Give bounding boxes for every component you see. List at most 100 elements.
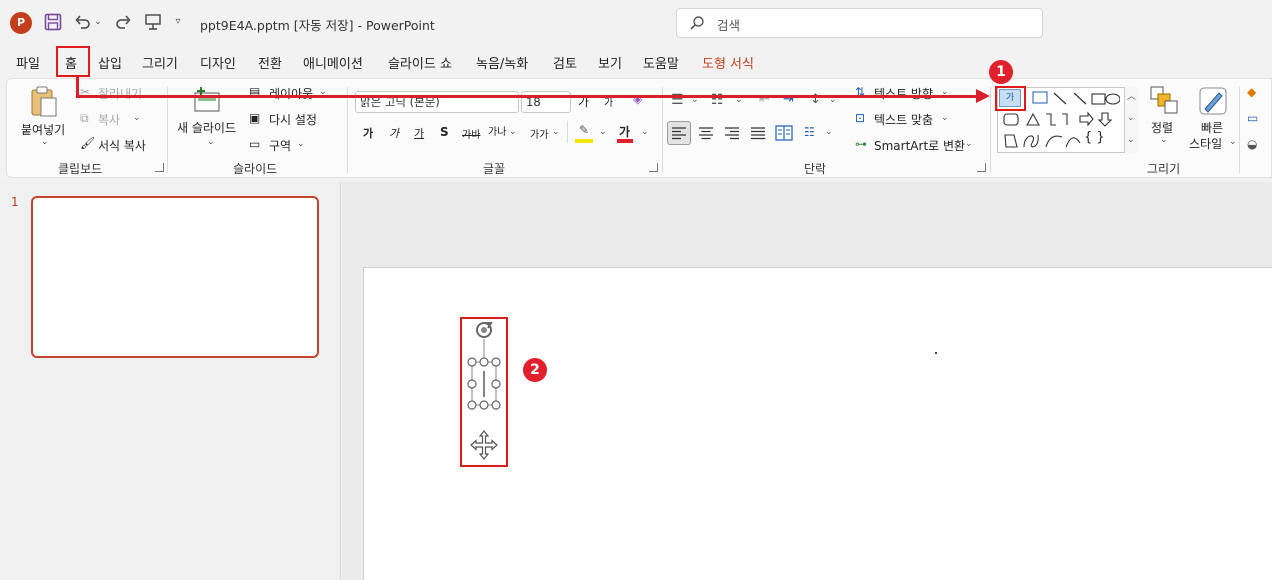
quick-styles-label-line1[interactable]: 빠른 xyxy=(1201,119,1223,136)
tab-review[interactable]: 검토 xyxy=(553,53,577,72)
text-shadow-button[interactable]: S xyxy=(440,125,449,139)
slide-dot-mark xyxy=(935,352,937,354)
format-painter-icon: 🖌 xyxy=(80,136,96,150)
layout-button[interactable]: 레이아웃 xyxy=(269,85,313,102)
align-right-icon[interactable] xyxy=(721,122,743,147)
quick-styles-dropdown-icon[interactable]: ⌄ xyxy=(1229,137,1237,147)
gallery-more-icon[interactable]: ⌄ xyxy=(1127,135,1135,145)
align-center-icon[interactable] xyxy=(695,122,717,147)
annotation-arrow xyxy=(76,77,79,97)
font-color-dropdown-icon[interactable]: ⌄ xyxy=(641,127,649,137)
new-slide-icon[interactable] xyxy=(193,85,223,115)
columns-dropdown-icon[interactable]: ⌄ xyxy=(825,127,833,137)
gallery-scroll-down-icon[interactable]: ⌄ xyxy=(1127,113,1135,123)
divider xyxy=(662,87,663,173)
slide-thumbnail[interactable] xyxy=(31,196,319,358)
customize-toolbar-icon[interactable]: ▿ xyxy=(170,10,186,34)
textbox-shape-highlight xyxy=(995,86,1026,111)
title-bar: P ⌄ ▿ ppt9E4A.pptm [자동 저장] - PowerPoint … xyxy=(0,0,1272,44)
new-slide-button[interactable]: 새 슬라이드 xyxy=(177,119,236,136)
tab-help[interactable]: 도움말 xyxy=(643,53,679,72)
slide-number: 1 xyxy=(11,195,19,209)
tab-view[interactable]: 보기 xyxy=(598,53,622,72)
paste-icon[interactable] xyxy=(29,85,59,119)
clipboard-launcher-icon[interactable] xyxy=(155,163,164,172)
italic-button[interactable]: 가 xyxy=(389,125,399,141)
ribbon: 붙여넣기 ⌄ ✂ 잘라내기 ⧉ 복사 ⌄ 🖌 서식 복사 클립보드 새 슬라이드… xyxy=(6,78,1272,178)
strikethrough-button[interactable]: 가바 xyxy=(462,126,480,141)
section-button[interactable]: 구역 xyxy=(269,137,291,154)
shape-gallery-scrollbar[interactable]: ︿ ⌄ ⌄ xyxy=(1124,87,1138,153)
tab-transitions[interactable]: 전환 xyxy=(258,53,282,72)
tab-draw[interactable]: 그리기 xyxy=(142,53,178,72)
smartart-button[interactable]: SmartArt로 변환 xyxy=(874,137,965,154)
tab-animations[interactable]: 애니메이션 xyxy=(303,53,363,72)
paragraph-launcher-icon[interactable] xyxy=(977,163,986,172)
divider xyxy=(347,87,348,173)
highlight-color-swatch xyxy=(575,139,593,143)
bold-button[interactable]: 가 xyxy=(363,125,373,141)
justify-icon[interactable] xyxy=(747,122,769,147)
undo-icon[interactable] xyxy=(72,10,94,34)
section-icon: ▭ xyxy=(249,137,261,151)
drawing-group-label: 그리기 xyxy=(1147,162,1181,176)
search-placeholder: 검색 xyxy=(717,18,741,33)
columns-icon[interactable] xyxy=(773,122,795,147)
gallery-scroll-up-icon[interactable]: ︿ xyxy=(1127,89,1136,102)
tab-recording[interactable]: 녹음/녹화 xyxy=(476,53,528,72)
start-from-beginning-icon[interactable] xyxy=(142,10,164,34)
smartart-dropdown-icon[interactable]: ⌄ xyxy=(965,139,973,149)
highlight-dropdown-icon[interactable]: ⌄ xyxy=(599,127,607,137)
paste-button[interactable]: 붙여넣기 xyxy=(21,121,65,138)
divider xyxy=(1239,87,1240,173)
save-icon[interactable] xyxy=(42,10,64,34)
shape-effects-icon[interactable]: ◒ xyxy=(1247,137,1257,151)
character-spacing-dropdown-icon[interactable]: ⌄ xyxy=(509,127,517,137)
window-title: ppt9E4A.pptm [자동 저장] - PowerPoint xyxy=(200,18,435,33)
copy-button[interactable]: 복사 xyxy=(98,111,120,128)
character-spacing-button[interactable]: 가나 xyxy=(488,123,506,138)
tab-file[interactable]: 파일 xyxy=(16,53,40,72)
font-launcher-icon[interactable] xyxy=(649,163,658,172)
copy-icon: ⧉ xyxy=(80,111,89,125)
underline-button[interactable]: 가 xyxy=(414,125,424,141)
arrange-button[interactable]: 정렬 xyxy=(1151,119,1173,136)
divider xyxy=(167,87,168,173)
shape-outline-icon[interactable]: ▭ xyxy=(1247,111,1258,125)
text-direction-button[interactable]: 텍스트 방향 xyxy=(874,85,933,102)
reset-button[interactable]: 다시 설정 xyxy=(269,111,317,128)
highlight-color-icon[interactable]: ✎ xyxy=(579,123,589,137)
arrange-dropdown-icon[interactable]: ⌄ xyxy=(1160,135,1168,145)
reset-icon: ▣ xyxy=(249,111,261,125)
align-left-button[interactable] xyxy=(667,121,691,145)
font-color-button[interactable]: 가 xyxy=(619,123,630,140)
copy-dropdown-icon[interactable]: ⌄ xyxy=(133,113,141,123)
tab-slide-show[interactable]: 슬라이드 쇼 xyxy=(388,53,452,72)
quick-styles-label-line2[interactable]: 스타일 xyxy=(1189,135,1222,152)
undo-dropdown-icon[interactable]: ⌄ xyxy=(92,10,104,34)
paste-dropdown-icon[interactable]: ⌄ xyxy=(41,137,49,147)
quick-styles-icon[interactable] xyxy=(1197,85,1229,117)
align-text-dropdown-icon[interactable]: ⌄ xyxy=(941,113,949,123)
search-box[interactable]: 검색 xyxy=(676,8,1043,38)
tab-shape-format[interactable]: 도형 서식 xyxy=(702,53,754,72)
tab-design[interactable]: 디자인 xyxy=(200,53,236,72)
cut-button[interactable]: 잘라내기 xyxy=(98,85,142,102)
arrange-icon[interactable] xyxy=(1149,85,1179,115)
smartart-icon: ⊶ xyxy=(855,137,867,151)
section-dropdown-icon[interactable]: ⌄ xyxy=(297,139,305,149)
shape-fill-icon[interactable]: ◆ xyxy=(1247,85,1256,99)
clipboard-group-label: 클립보드 xyxy=(58,162,103,176)
align-text-icon: ⊡ xyxy=(855,111,866,125)
tab-insert[interactable]: 삽입 xyxy=(98,53,122,72)
align-text-button[interactable]: 텍스트 맞춤 xyxy=(874,111,933,128)
columns-layout-icon[interactable]: ☷ xyxy=(804,125,815,139)
font-group-label: 글꼴 xyxy=(483,162,506,176)
change-case-button[interactable]: 가가 xyxy=(530,126,548,141)
format-painter-button[interactable]: 서식 복사 xyxy=(98,137,146,154)
new-slide-dropdown-icon[interactable]: ⌄ xyxy=(207,137,215,147)
change-case-dropdown-icon[interactable]: ⌄ xyxy=(552,127,560,137)
annotation-arrow-line xyxy=(76,95,980,98)
home-tab-highlight xyxy=(56,46,90,77)
redo-icon[interactable] xyxy=(112,10,134,34)
